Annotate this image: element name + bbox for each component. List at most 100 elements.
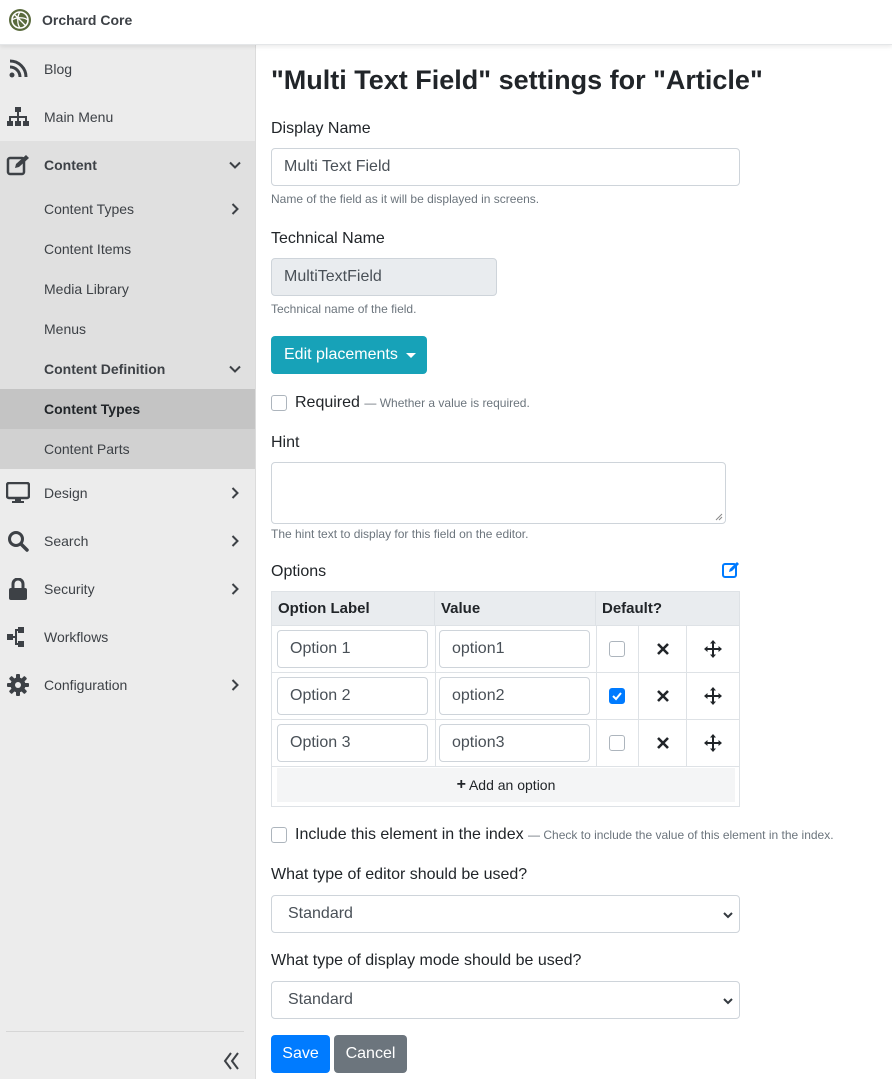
sidebar-item-configuration[interactable]: Configuration (0, 661, 255, 709)
delete-option-icon[interactable] (655, 735, 671, 751)
chevron-right-icon (231, 583, 239, 595)
edit-placements-label: Edit placements (284, 346, 398, 363)
sidebar-item-content-types-menu[interactable]: Content Types (0, 189, 255, 229)
chevron-right-icon (231, 679, 239, 691)
sidebar-item-content-parts[interactable]: Content Parts (0, 429, 255, 469)
chevron-down-icon (723, 998, 733, 1005)
options-table: Option Label Value Default? Option 1 opt… (271, 591, 740, 807)
sidebar-item-content-items[interactable]: Content Items (0, 229, 255, 269)
delete-option-icon[interactable] (655, 641, 671, 657)
option-label-input[interactable]: Option 2 (277, 677, 428, 715)
resize-handle-icon[interactable] (715, 513, 723, 521)
sidebar-item-label: Blog (44, 61, 73, 77)
brand-link[interactable]: Orchard Core (8, 8, 132, 32)
default-checkbox[interactable] (609, 735, 625, 751)
sidebar-item-label: Content Types (44, 401, 141, 417)
caret-down-icon (405, 352, 416, 358)
cancel-button[interactable]: Cancel (334, 1035, 407, 1073)
sidebar-item-label: Configuration (44, 677, 128, 693)
display-name-label: Display Name (271, 120, 371, 137)
add-option-label: Add an option (468, 777, 556, 793)
sidebar-item-label: Media Library (44, 281, 129, 297)
option-label-input[interactable]: Option 1 (277, 630, 428, 668)
sidebar-item-label: Content Types (44, 201, 135, 217)
delete-option-icon[interactable] (655, 688, 671, 704)
lock-icon (6, 577, 30, 601)
include-index-checkbox[interactable] (271, 827, 287, 843)
sidebar-item-label: Main Menu (44, 109, 114, 125)
cog-icon (6, 673, 30, 697)
default-checkbox[interactable] (609, 688, 625, 704)
edit-options-icon[interactable] (722, 561, 740, 579)
sidebar: Blog Main Menu Content Content Types Con… (0, 45, 256, 1079)
required-label: Required — Whether a value is required. (295, 394, 530, 412)
column-header-default: Default? (596, 592, 739, 626)
sidebar-item-label: Security (44, 581, 95, 597)
sidebar-item-blog[interactable]: Blog (0, 45, 255, 93)
sidebar-item-label: Design (44, 485, 88, 501)
technical-name-help: Technical name of the field. (271, 302, 417, 316)
editor-type-select[interactable]: Standard (271, 895, 740, 933)
chevron-down-icon (229, 161, 241, 169)
sidebar-item-main-menu[interactable]: Main Menu (0, 93, 255, 141)
option-value-input[interactable]: option3 (439, 724, 590, 762)
table-row: Option 3 option3 (272, 720, 739, 767)
include-index-label: Include this element in the index — Chec… (295, 826, 834, 844)
include-index-text: Include this element in the index (295, 826, 524, 843)
sidebar-divider (6, 1031, 244, 1032)
move-handle-icon[interactable] (704, 734, 722, 752)
display-name-help: Name of the field as it will be displaye… (271, 192, 540, 206)
sidebar-item-label: Content Items (44, 241, 132, 257)
edit-placements-button[interactable]: Edit placements (271, 336, 427, 374)
rss-icon (6, 57, 30, 81)
chevron-right-icon (231, 535, 239, 547)
option-label-input[interactable]: Option 3 (277, 724, 428, 762)
add-option-button[interactable]: + Add an option (277, 768, 735, 802)
required-checkbox[interactable] (271, 395, 287, 411)
sidebar-item-security[interactable]: Security (0, 565, 255, 613)
sitemap-icon (6, 105, 30, 129)
hint-label: Hint (271, 434, 300, 451)
editor-type-value: Standard (288, 905, 353, 922)
edit-icon (6, 153, 30, 177)
chevron-down-icon (723, 912, 733, 919)
collapse-sidebar-icon[interactable] (220, 1049, 244, 1073)
display-mode-value: Standard (288, 991, 353, 1008)
technical-name-input: MultiTextField (271, 258, 497, 296)
option-value-input[interactable]: option1 (439, 630, 590, 668)
default-checkbox[interactable] (609, 641, 625, 657)
sidebar-item-workflows[interactable]: Workflows (0, 613, 255, 661)
move-handle-icon[interactable] (704, 640, 722, 658)
sidebar-item-label: Menus (44, 321, 87, 337)
option-value-input[interactable]: option2 (439, 677, 590, 715)
sidebar-item-label: Content Definition (44, 361, 166, 377)
chevron-right-icon (231, 203, 239, 215)
chevron-right-icon (231, 487, 239, 499)
sidebar-item-media-library[interactable]: Media Library (0, 269, 255, 309)
editor-type-label: What type of editor should be used? (271, 866, 528, 883)
desktop-icon (6, 481, 30, 505)
sidebar-item-label: Search (44, 533, 89, 549)
table-row: Option 1 option1 (272, 626, 739, 673)
move-handle-icon[interactable] (704, 687, 722, 705)
sidebar-item-content[interactable]: Content (0, 141, 255, 189)
orchard-logo-icon (9, 9, 31, 31)
options-label: Options (271, 563, 327, 580)
table-row: Option 2 option2 (272, 673, 739, 720)
top-navbar: Orchard Core (0, 0, 892, 45)
display-mode-select[interactable]: Standard (271, 981, 740, 1019)
page-title: "Multi Text Field" settings for "Article… (271, 65, 763, 95)
workflow-icon (6, 625, 30, 649)
sidebar-item-content-types[interactable]: Content Types (0, 389, 255, 429)
sidebar-item-search[interactable]: Search (0, 517, 255, 565)
sidebar-item-content-definition[interactable]: Content Definition (0, 349, 255, 389)
hint-textarea[interactable] (271, 462, 726, 524)
plus-icon: + (456, 776, 466, 793)
display-name-input[interactable]: Multi Text Field (271, 148, 740, 186)
sidebar-item-label: Workflows (44, 629, 109, 645)
required-hint: — Whether a value is required. (364, 396, 530, 410)
sidebar-item-label: Content (44, 157, 97, 173)
save-button[interactable]: Save (271, 1035, 330, 1073)
sidebar-item-menus[interactable]: Menus (0, 309, 255, 349)
sidebar-item-design[interactable]: Design (0, 469, 255, 517)
